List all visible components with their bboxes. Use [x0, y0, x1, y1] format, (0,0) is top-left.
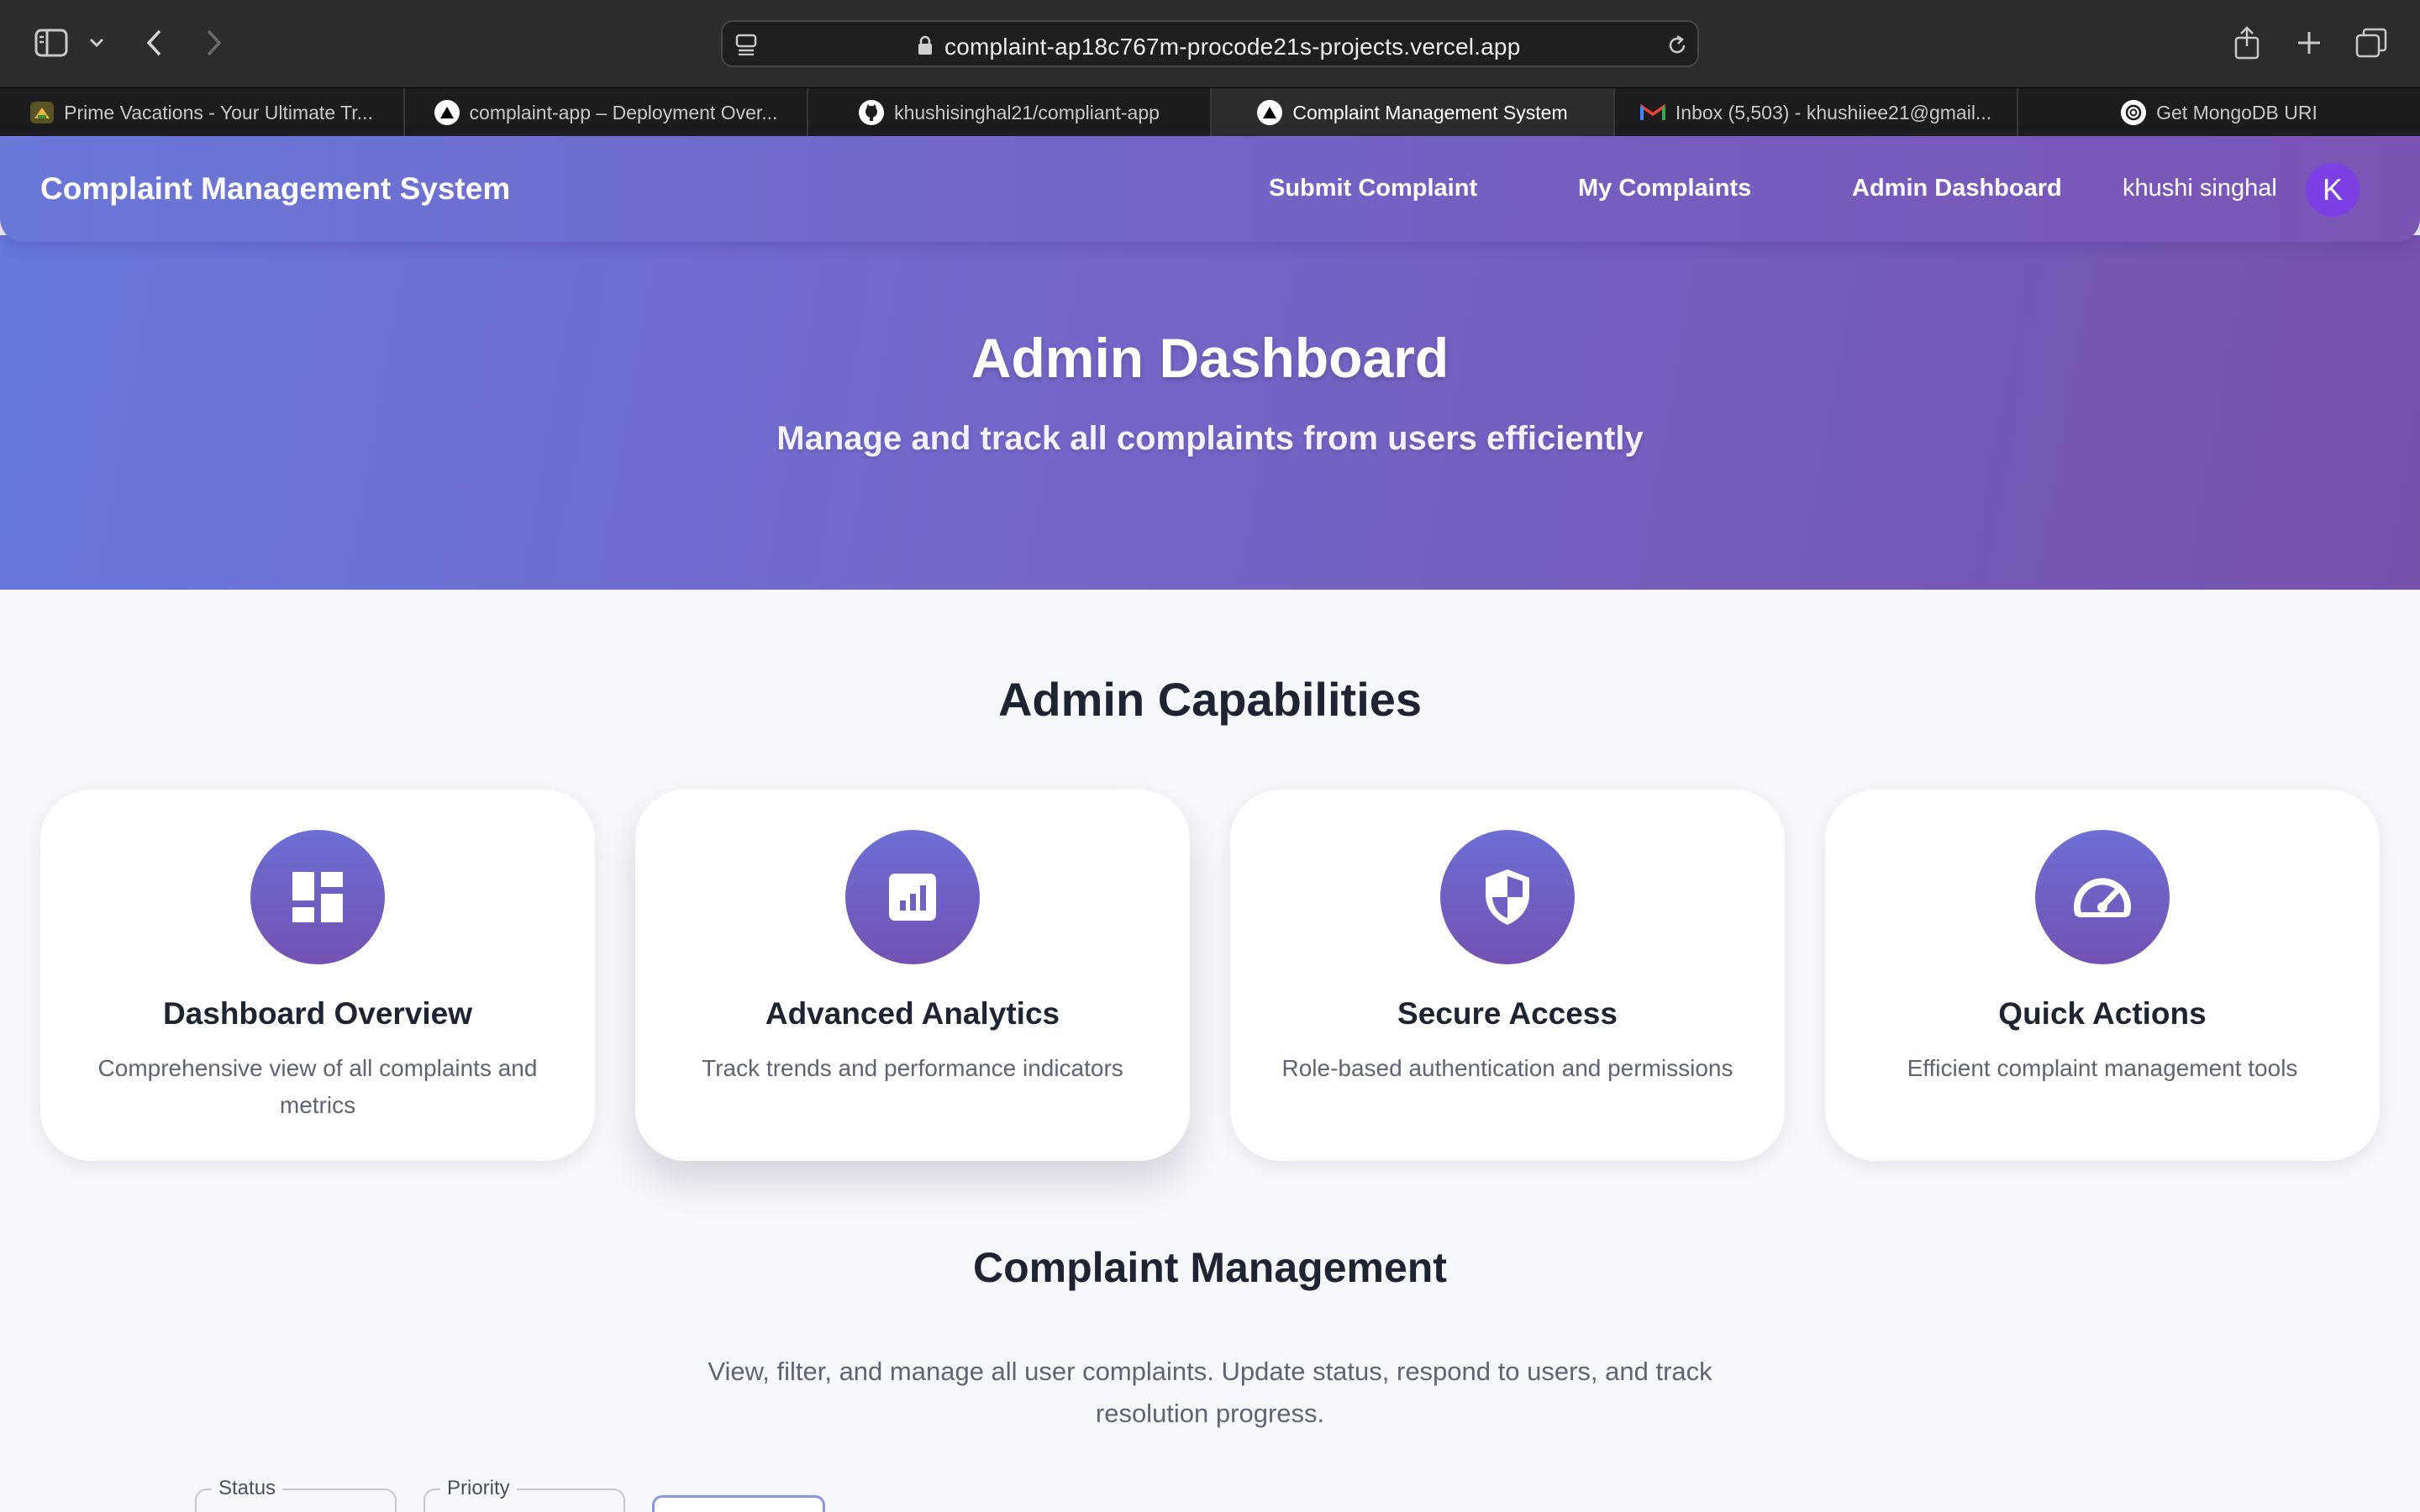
vercel-icon [1257, 100, 1283, 125]
tab-vercel-deployment[interactable]: complaint-app – Deployment Over... [405, 88, 808, 137]
page-menu-icon[interactable] [731, 30, 761, 59]
card-title: Secure Access [1397, 996, 1618, 1031]
filter-action-button[interactable] [652, 1495, 825, 1512]
nav-link-admin-dashboard[interactable]: Admin Dashboard [1852, 175, 2062, 202]
tab-title: Prime Vacations - Your Ultimate Tr... [64, 101, 373, 123]
sidebar-toggle-icon[interactable] [32, 25, 71, 60]
openai-icon [2121, 100, 2147, 125]
speedometer-icon [2035, 830, 2170, 964]
tab-github[interactable]: khushisinghal21/compliant-app [808, 88, 1212, 137]
priority-filter[interactable]: Priority [424, 1477, 625, 1512]
tab-gmail[interactable]: Inbox (5,503) - khushiiee21@gmail... [1615, 88, 2018, 137]
site-navbar: Complaint Management System Submit Compl… [0, 136, 2420, 242]
chevron-down-icon[interactable] [86, 30, 108, 55]
github-icon [859, 100, 885, 125]
page-title: Admin Dashboard [971, 327, 1449, 389]
url-text: complaint-ap18c767m-procode21s-projects.… [944, 34, 1521, 60]
prime-vacations-icon [30, 102, 55, 123]
tab-title: Inbox (5,503) - khushiiee21@gmail... [1675, 101, 1992, 123]
tab-mongodb[interactable]: Get MongoDB URI [2018, 88, 2420, 137]
hero-banner: Admin Dashboard Manage and track all com… [0, 235, 2420, 590]
tab-title: Get MongoDB URI [2156, 101, 2317, 123]
tab-title: complaint-app – Deployment Over... [469, 101, 778, 123]
tab-complaint-management[interactable]: Complaint Management System [1212, 88, 1615, 137]
capabilities-heading: Admin Capabilities [997, 673, 1423, 726]
back-icon[interactable] [139, 25, 170, 60]
complaint-management-heading: Complaint Management [973, 1244, 1447, 1291]
share-icon[interactable] [2230, 24, 2264, 62]
analytics-icon [845, 830, 980, 964]
tab-prime-vacations[interactable]: Prime Vacations - Your Ultimate Tr... [0, 88, 405, 137]
card-description: Efficient complaint management tools [1907, 1055, 2298, 1081]
capability-card-quick-actions[interactable]: Quick Actions Efficient complaint manage… [1825, 790, 2380, 1161]
status-filter-label: Status [212, 1477, 283, 1500]
browser-toolbar: complaint-ap18c767m-procode21s-projects.… [0, 0, 2420, 87]
tab-overview-icon[interactable] [2353, 25, 2390, 60]
capability-card-advanced-analytics[interactable]: Advanced Analytics Track trends and perf… [635, 790, 1190, 1161]
card-title: Quick Actions [1998, 996, 2207, 1031]
priority-filter-label: Priority [440, 1477, 517, 1500]
card-title: Dashboard Overview [162, 996, 473, 1031]
dashboard-icon [250, 830, 385, 964]
address-bar[interactable]: complaint-ap18c767m-procode21s-projects.… [721, 20, 1699, 67]
nav-link-submit-complaint[interactable]: Submit Complaint [1269, 175, 1477, 202]
nav-link-my-complaints[interactable]: My Complaints [1578, 175, 1751, 202]
avatar[interactable]: K [2306, 163, 2360, 217]
complaint-management-description: View, filter, and manage all user compla… [708, 1357, 1712, 1428]
capability-card-secure-access[interactable]: Secure Access Role-based authentication … [1230, 790, 1785, 1161]
brand-title[interactable]: Complaint Management System [40, 171, 510, 207]
reload-icon[interactable] [1664, 32, 1691, 59]
card-description: Track trends and performance indicators [702, 1055, 1123, 1081]
card-description: Role-based authentication and permission… [1281, 1055, 1733, 1081]
forward-icon[interactable] [198, 25, 229, 60]
tab-title: khushisinghal21/compliant-app [894, 101, 1160, 123]
tab-bar: Prime Vacations - Your Ultimate Tr... co… [0, 87, 2420, 137]
vercel-icon [434, 100, 460, 125]
capability-card-dashboard-overview[interactable]: Dashboard Overview Comprehensive view of… [40, 790, 595, 1161]
card-title: Advanced Analytics [765, 996, 1060, 1031]
lock-icon [916, 34, 934, 57]
user-name: khushi singhal [2123, 175, 2277, 202]
status-filter[interactable]: Status [195, 1477, 397, 1512]
new-tab-icon[interactable] [2292, 25, 2326, 60]
tab-title: Complaint Management System [1292, 101, 1568, 123]
page-subtitle: Manage and track all complaints from use… [776, 420, 1644, 457]
gmail-icon [1639, 102, 1665, 123]
shield-icon [1440, 830, 1575, 964]
card-description: Comprehensive view of all complaints and… [97, 1055, 538, 1118]
